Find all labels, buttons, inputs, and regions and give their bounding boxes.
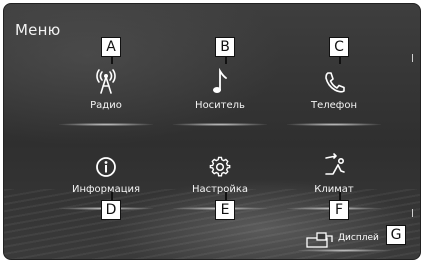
callout-leader-line (111, 56, 113, 64)
menu-item-radio[interactable]: Радио (51, 66, 161, 126)
menu-item-phone[interactable]: Телефон (279, 66, 389, 126)
climate-seat-icon (279, 150, 389, 178)
music-note-icon (165, 66, 275, 94)
selection-glow (59, 123, 153, 126)
selection-glow (173, 123, 267, 126)
menu-item-media-label: Носитель (195, 100, 245, 111)
screen-corner-mark (412, 209, 413, 217)
selection-glow (298, 249, 390, 252)
display-button[interactable]: Дисплей (298, 228, 390, 252)
callout-label-d: D (101, 200, 121, 220)
callout-label-c: C (329, 37, 349, 57)
callout-label-a: A (101, 37, 121, 57)
display-button-label: Дисплей (338, 233, 379, 243)
callout-leader-line (225, 56, 227, 64)
menu-item-phone-label: Телефон (310, 100, 357, 111)
menu-screen: Меню Радио Носитель Телефон Информация Н… (3, 3, 421, 260)
callout-label-f: F (329, 200, 349, 220)
selection-glow (287, 123, 381, 126)
menu-item-media[interactable]: Носитель (165, 66, 275, 126)
screen-corner-mark (412, 54, 413, 62)
radio-tower-icon (51, 66, 161, 94)
callout-label-b: B (215, 37, 235, 57)
phone-icon (279, 66, 389, 94)
callout-label-g: G (386, 225, 406, 245)
callout-label-e: E (215, 200, 235, 220)
menu-item-climate-label: Климат (314, 184, 354, 195)
callout-leader-line (339, 56, 341, 64)
menu-item-info-label: Информация (71, 184, 141, 195)
gear-icon (165, 150, 275, 178)
menu-item-radio-label: Радио (90, 100, 122, 111)
info-icon (51, 150, 161, 178)
page-title: Меню (15, 21, 61, 39)
menu-item-settings-label: Настройка (191, 184, 249, 195)
